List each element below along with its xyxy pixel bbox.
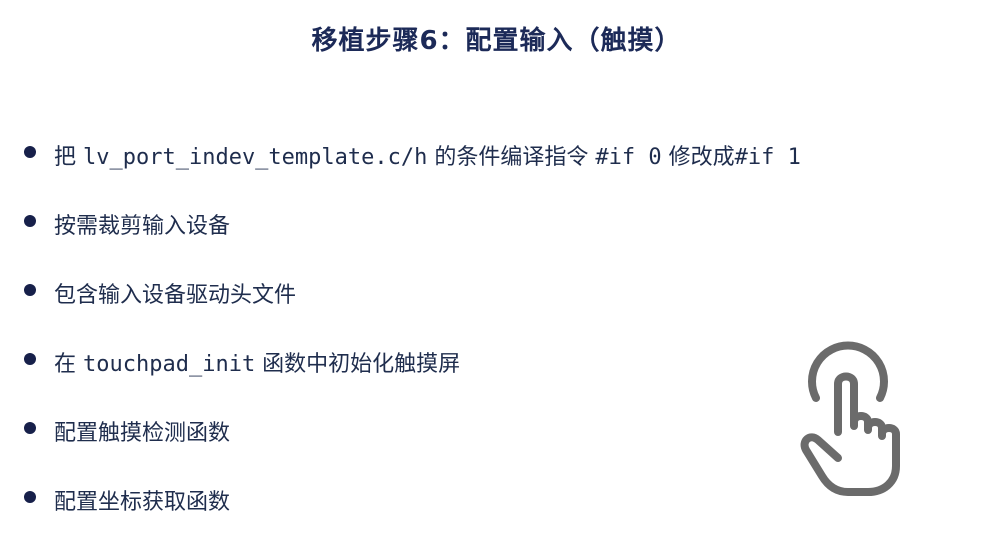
bullet-item-6: 配置坐标获取函数: [24, 465, 801, 534]
bullet-dot: [24, 145, 36, 158]
bullet-4-part-3: 函数中初始化触摸屏: [255, 351, 461, 377]
bullet-item-1: 把 lv_port_indev_template.c/h 的条件编译指令 #if…: [24, 120, 801, 189]
bullet-item-3: 包含输入设备驱动头文件: [24, 258, 801, 327]
bullet-3-part-1: 包含输入设备驱动头文件: [54, 282, 297, 308]
bullet-text-4: 在 touchpad_init 函数中初始化触摸屏: [54, 346, 460, 378]
bullet-1-part-6: #if 1: [734, 144, 801, 170]
bullet-item-2: 按需裁剪输入设备: [24, 189, 801, 258]
bullet-1-part-3: 的条件编译指令: [427, 144, 596, 170]
bullet-5-part-1: 配置触摸检测函数: [54, 420, 231, 446]
bullet-2-part-1: 按需裁剪输入设备: [54, 213, 231, 239]
bullet-dot: [24, 283, 36, 296]
bullet-text-3: 包含输入设备驱动头文件: [54, 277, 296, 309]
bullet-text-5: 配置触摸检测函数: [54, 415, 230, 447]
bullet-dot: [24, 421, 36, 434]
bullet-4-part-1: 在: [54, 351, 83, 377]
bullet-1-part-2: lv_port_indev_template.c/h: [83, 144, 428, 170]
slide-title: 移植步骤6：配置输入（触摸）: [311, 26, 682, 56]
bullet-list: 把 lv_port_indev_template.c/h 的条件编译指令 #if…: [24, 120, 801, 534]
bullet-item-5: 配置触摸检测函数: [24, 396, 801, 465]
bullet-dot: [24, 352, 36, 365]
bullet-text-6: 配置坐标获取函数: [54, 484, 230, 516]
bullet-6-part-1: 配置坐标获取函数: [54, 489, 231, 515]
bullet-item-4: 在 touchpad_init 函数中初始化触摸屏: [24, 327, 801, 396]
bullet-dot: [24, 490, 36, 503]
bullet-1-part-4: #if 0: [595, 144, 662, 170]
bullet-text-1: 把 lv_port_indev_template.c/h 的条件编译指令 #if…: [54, 139, 801, 171]
bullet-text-2: 按需裁剪输入设备: [54, 208, 230, 240]
touch-hand-icon: [800, 341, 900, 496]
bullet-1-part-1: 把: [54, 144, 83, 170]
bullet-dot: [24, 214, 36, 227]
bullet-4-part-2: touchpad_init: [83, 351, 256, 377]
bullet-1-part-5: 修改成: [661, 144, 735, 170]
touch-ripple-arc: [808, 341, 888, 402]
